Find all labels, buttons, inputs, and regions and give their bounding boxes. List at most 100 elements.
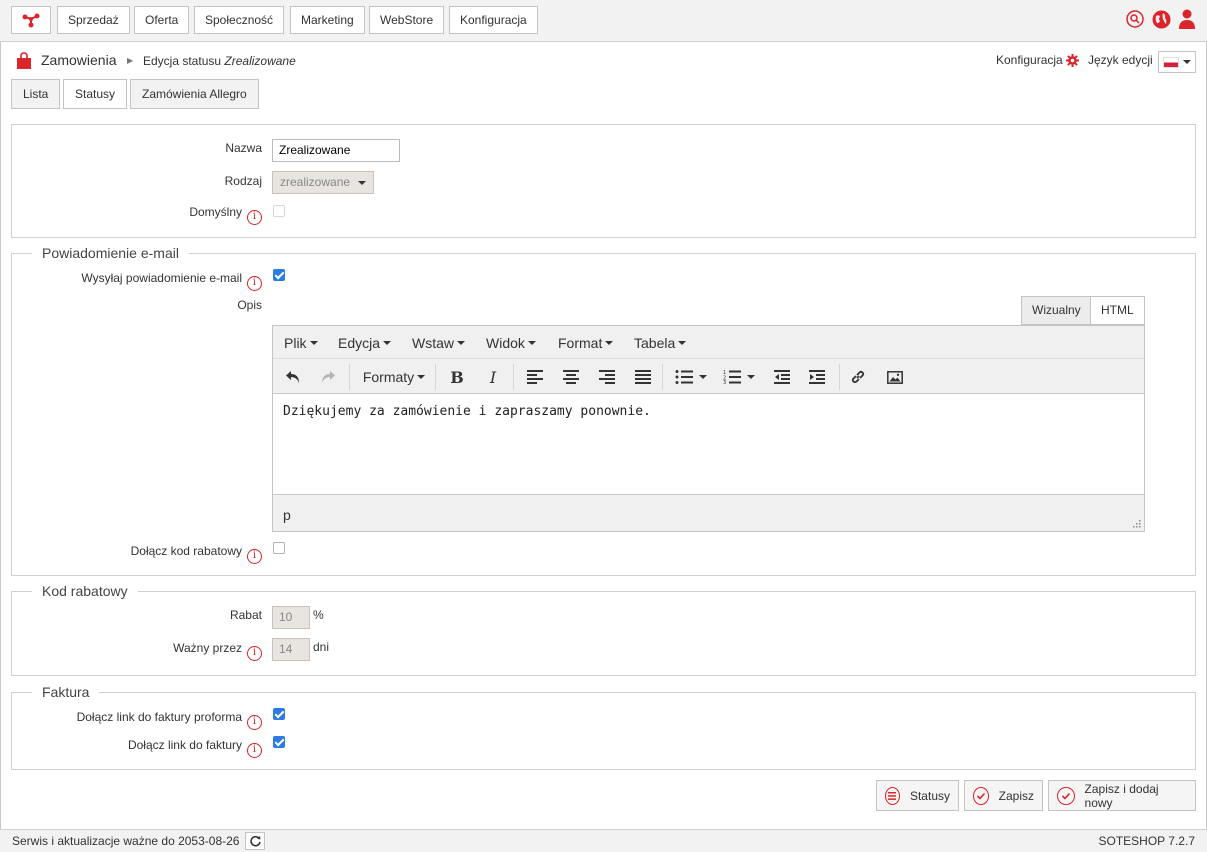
share-nodes-icon bbox=[22, 13, 40, 28]
menu-format-label: Format bbox=[558, 335, 603, 351]
outdent-icon[interactable] bbox=[772, 367, 792, 387]
proforma-label-row: Dołącz link do faktury proforma i bbox=[77, 710, 262, 730]
send-email-label: Wysyłaj powiadomienie e-mail bbox=[81, 271, 242, 285]
save-and-new-button[interactable]: Zapisz i dodaj nowy bbox=[1048, 780, 1196, 811]
info-icon[interactable]: i bbox=[247, 743, 262, 758]
nav-sprzedaz[interactable]: Sprzedaż bbox=[57, 6, 130, 34]
editor-statusbar: p bbox=[273, 494, 1144, 531]
menu-tabela[interactable]: Tabela bbox=[634, 335, 687, 351]
bullet-list-icon[interactable] bbox=[672, 367, 710, 387]
invoice-link-label: Dołącz link do faktury bbox=[127, 738, 242, 752]
nav-marketing[interactable]: Marketing bbox=[290, 6, 365, 34]
valid-unit: dni bbox=[313, 640, 330, 654]
formats-dropdown[interactable]: Formaty bbox=[361, 367, 427, 387]
valid-input[interactable]: 14 bbox=[272, 638, 310, 661]
default-checkbox[interactable] bbox=[273, 205, 285, 217]
chevron-down-icon bbox=[678, 341, 687, 345]
bold-icon[interactable]: B bbox=[447, 367, 467, 387]
image-icon[interactable] bbox=[885, 367, 905, 387]
user-icon[interactable] bbox=[1177, 9, 1197, 29]
top-right-icons bbox=[1125, 9, 1197, 29]
shopping-bag-icon bbox=[17, 52, 31, 69]
toolbar-separator bbox=[662, 364, 663, 390]
numbered-list-icon[interactable]: 123 bbox=[720, 367, 758, 387]
nav-spolecznosc[interactable]: Społeczność bbox=[194, 6, 285, 34]
info-icon[interactable]: i bbox=[247, 276, 262, 291]
rate-label: Rabat bbox=[229, 608, 262, 622]
attach-code-label: Dołącz kod rabatowy bbox=[130, 544, 242, 558]
language-select[interactable] bbox=[1158, 51, 1196, 73]
info-icon[interactable]: i bbox=[247, 549, 262, 564]
tab-lista[interactable]: Lista bbox=[11, 79, 61, 109]
toolbar-separator bbox=[513, 364, 514, 390]
tab-statusy[interactable]: Statusy bbox=[63, 79, 128, 109]
nav-webstore[interactable]: WebStore bbox=[369, 6, 445, 34]
element-path[interactable]: p bbox=[283, 507, 291, 523]
editor-tab-html[interactable]: HTML bbox=[1090, 296, 1145, 325]
breadcrumb: Edycja statusu Zrealizowane bbox=[143, 54, 296, 68]
gear-icon bbox=[1065, 53, 1079, 67]
menu-widok-label: Widok bbox=[486, 335, 525, 351]
editor-content[interactable]: Dziękujemy za zamówienie i zapraszamy po… bbox=[283, 404, 651, 419]
menu-wstaw[interactable]: Wstaw bbox=[412, 335, 465, 351]
search-icon[interactable] bbox=[1125, 9, 1145, 29]
page-title[interactable]: Zamowienia bbox=[41, 52, 116, 68]
type-select[interactable]: zrealizowane bbox=[272, 171, 374, 194]
undo-icon[interactable] bbox=[283, 367, 303, 387]
statuses-button[interactable]: Statusy bbox=[876, 780, 959, 811]
menu-plik[interactable]: Plik bbox=[284, 335, 318, 351]
logo-button[interactable] bbox=[11, 6, 51, 34]
menu-format[interactable]: Format bbox=[558, 335, 614, 351]
attach-code-checkbox[interactable] bbox=[273, 542, 285, 554]
menu-widok[interactable]: Widok bbox=[486, 335, 536, 351]
globe-icon[interactable] bbox=[1151, 9, 1171, 29]
resize-handle-icon[interactable] bbox=[1133, 520, 1141, 528]
info-icon[interactable]: i bbox=[247, 715, 262, 730]
name-input[interactable]: Zrealizowane bbox=[272, 139, 400, 162]
breadcrumb-status: Zrealizowane bbox=[224, 54, 296, 68]
menu-tabela-label: Tabela bbox=[634, 335, 676, 351]
send-email-checkbox[interactable] bbox=[273, 269, 285, 281]
menu-edycja-label: Edycja bbox=[338, 335, 381, 351]
breadcrumb-arrow-icon: ▶ bbox=[127, 56, 134, 65]
menu-wstaw-label: Wstaw bbox=[412, 335, 454, 351]
nav-oferta[interactable]: Oferta bbox=[134, 6, 190, 34]
indent-icon[interactable] bbox=[807, 367, 827, 387]
section-invoice: Faktura bbox=[11, 684, 1196, 770]
redo-icon[interactable] bbox=[318, 367, 338, 387]
formats-label: Formaty bbox=[362, 369, 415, 385]
nav-konfiguracja[interactable]: Konfiguracja bbox=[449, 6, 538, 34]
section-discount: Kod rabatowy bbox=[11, 583, 1196, 676]
info-icon[interactable]: i bbox=[247, 646, 262, 661]
chevron-down-icon bbox=[747, 375, 755, 379]
proforma-checkbox[interactable] bbox=[273, 708, 285, 720]
italic-icon[interactable]: I bbox=[483, 367, 503, 387]
statuses-button-label: Statusy bbox=[909, 788, 950, 803]
invoice-legend: Faktura bbox=[32, 684, 100, 700]
menu-edycja[interactable]: Edycja bbox=[338, 335, 392, 351]
toolbar-separator bbox=[839, 364, 840, 390]
chevron-down-icon bbox=[309, 341, 318, 345]
list-icon bbox=[885, 786, 900, 805]
pl-flag-icon bbox=[1163, 56, 1179, 68]
save-button[interactable]: Zapisz bbox=[964, 780, 1043, 811]
editor-tab-visual[interactable]: Wizualny bbox=[1021, 296, 1092, 325]
align-right-icon[interactable] bbox=[597, 367, 617, 387]
link-icon[interactable] bbox=[848, 367, 868, 387]
align-justify-icon[interactable] bbox=[633, 367, 653, 387]
type-label: Rodzaj bbox=[224, 174, 262, 188]
align-left-icon[interactable] bbox=[525, 367, 545, 387]
rich-text-editor: Plik Edycja Wstaw Widok Format Tabela Fo… bbox=[272, 325, 1145, 532]
svg-text:3: 3 bbox=[723, 380, 726, 384]
chevron-down-icon bbox=[417, 375, 426, 379]
tab-zamowienia-allegro[interactable]: Zamówienia Allegro bbox=[130, 79, 259, 109]
config-link[interactable]: Konfiguracja bbox=[996, 53, 1079, 67]
invoice-checkbox[interactable] bbox=[273, 736, 285, 748]
rate-input[interactable]: 10 bbox=[272, 606, 310, 629]
info-icon[interactable]: i bbox=[247, 210, 262, 225]
align-center-icon[interactable] bbox=[561, 367, 581, 387]
save-button-label: Zapisz bbox=[998, 788, 1034, 803]
attach-code-label-row: Dołącz kod rabatowy i bbox=[131, 544, 262, 564]
refresh-button[interactable] bbox=[245, 832, 265, 850]
description-label: Opis bbox=[237, 298, 262, 312]
